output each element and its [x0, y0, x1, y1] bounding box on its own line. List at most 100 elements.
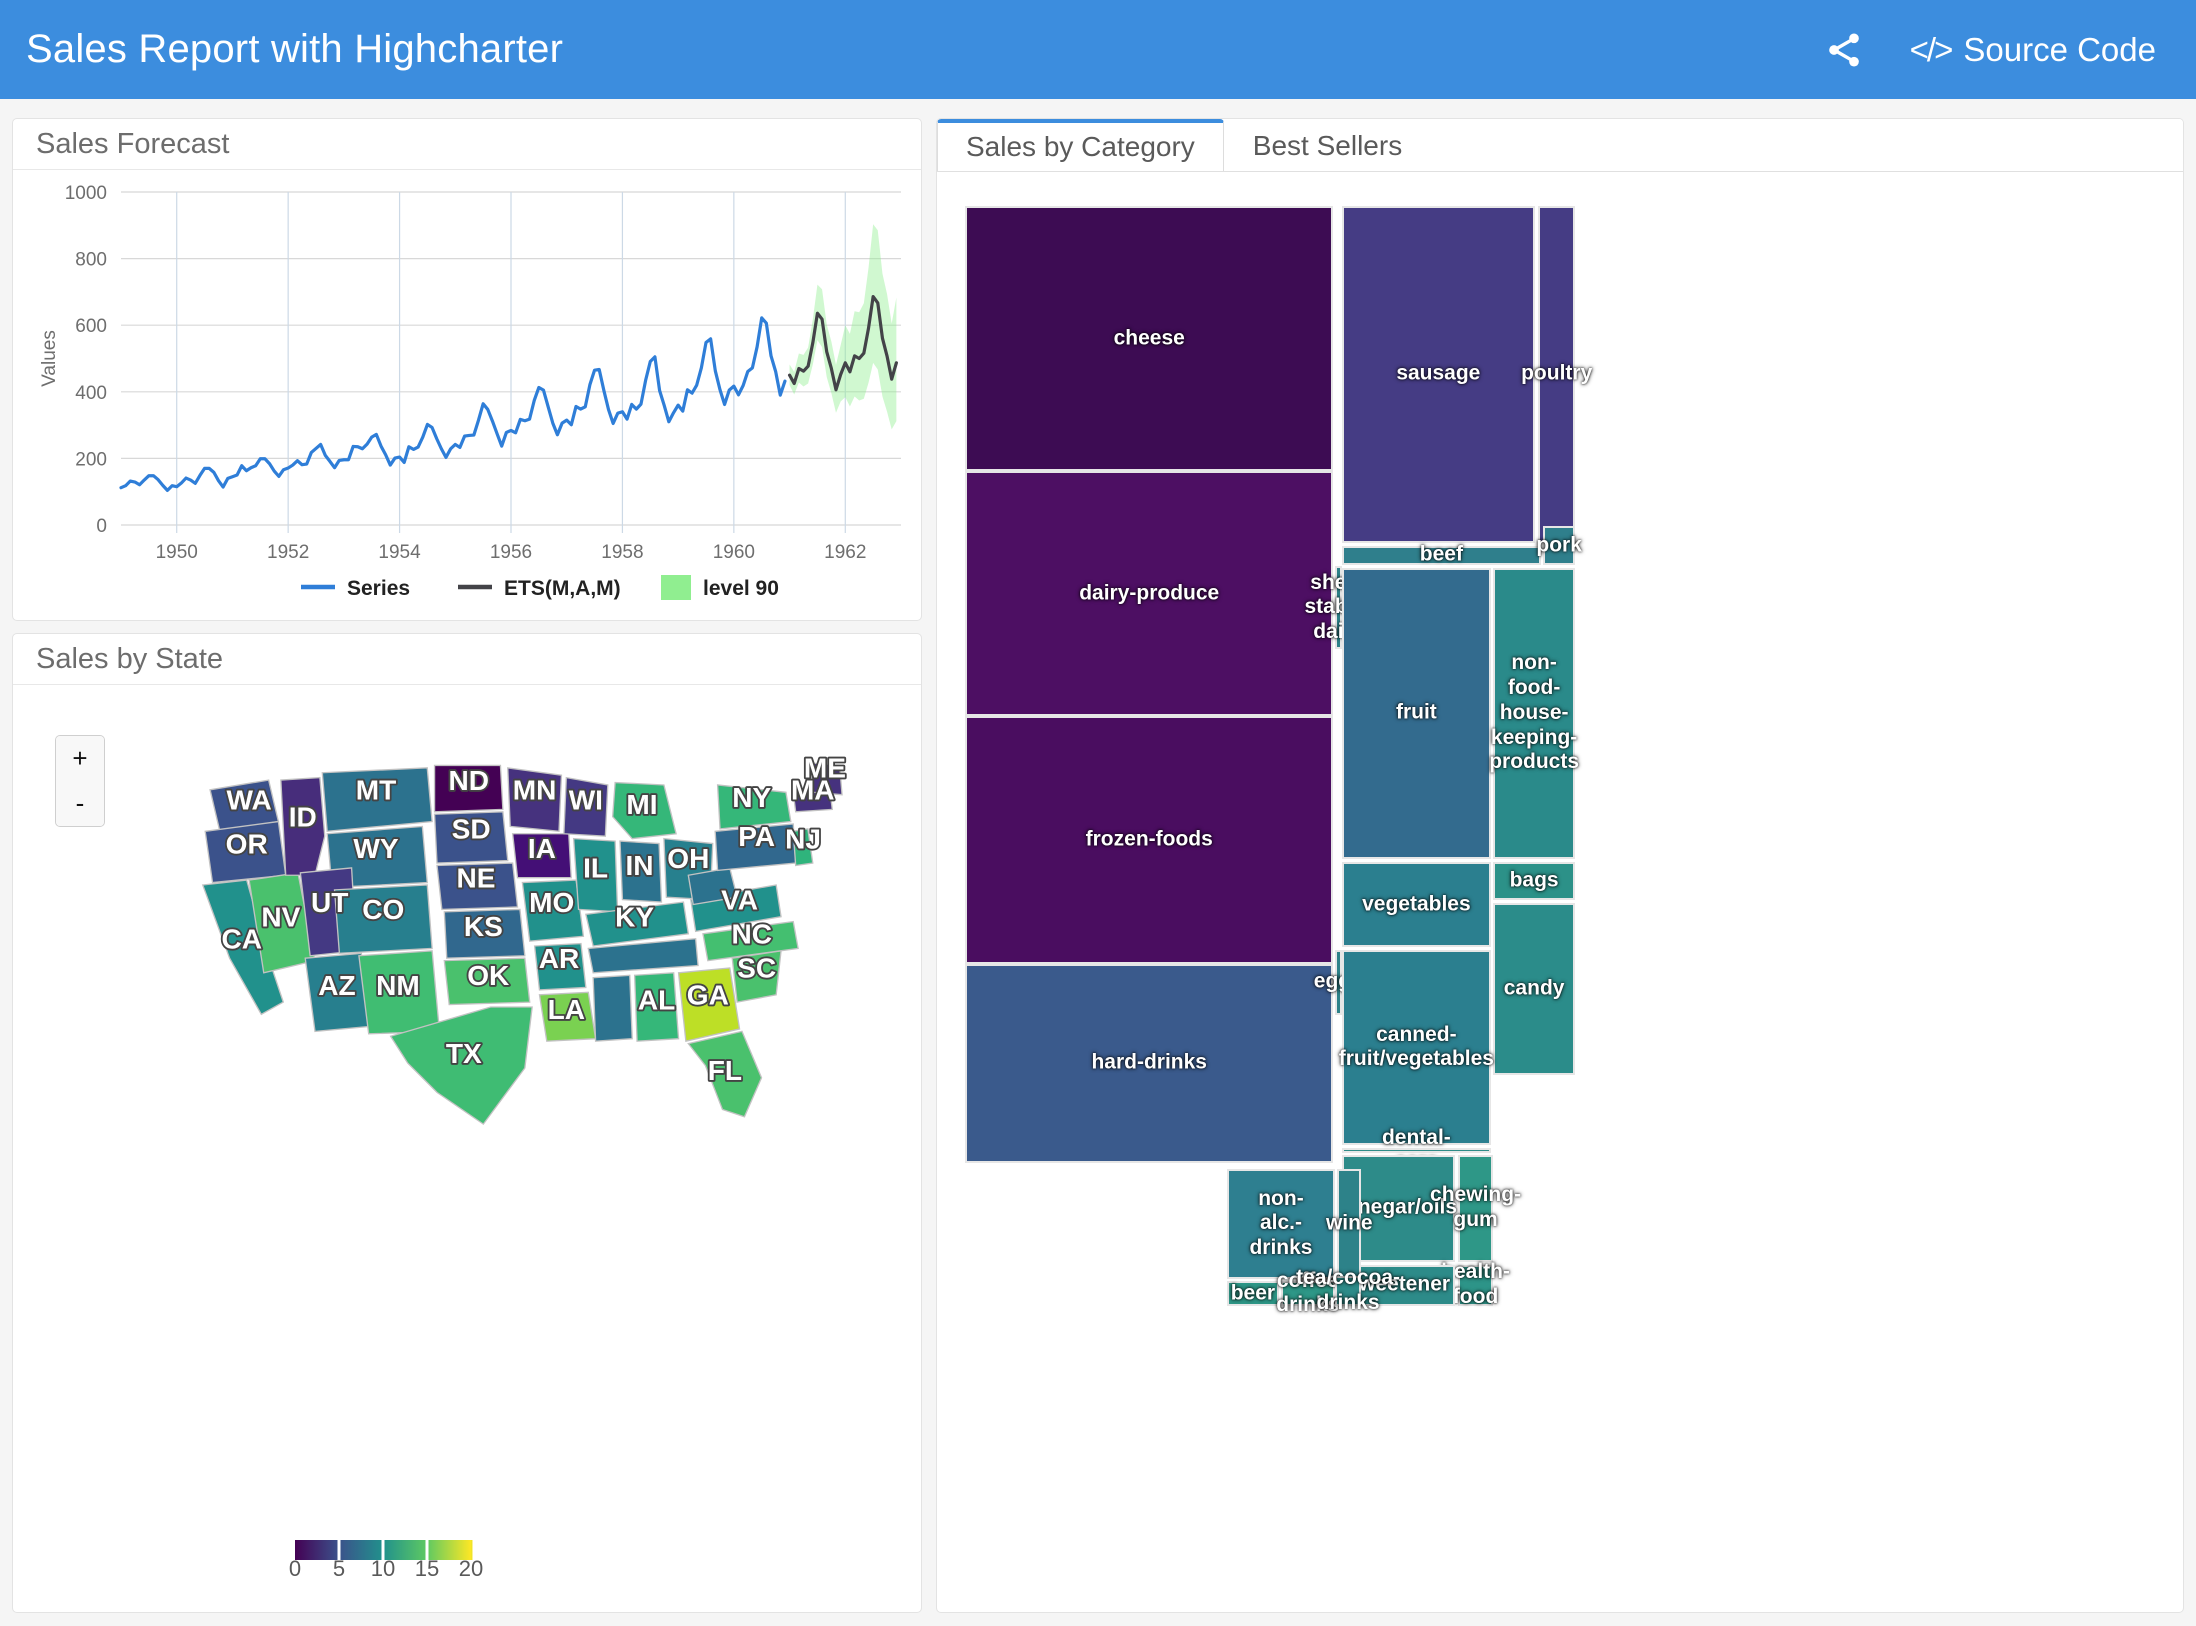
treemap-tile[interactable]: wine [1337, 1169, 1361, 1279]
treemap-tile[interactable]: frozen-foods [965, 716, 1333, 964]
treemap-tile[interactable]: health- food [1458, 1265, 1493, 1306]
map-state-label-WY: WY [353, 833, 398, 864]
tab-best-sellers[interactable]: Best Sellers [1224, 119, 1431, 171]
svg-text:Values: Values [39, 330, 60, 387]
map-state-label-FL: FL [708, 1055, 742, 1086]
svg-text:level 90: level 90 [703, 577, 779, 600]
treemap-tile[interactable]: dental- care [1342, 1148, 1491, 1154]
map-state-label-OR: OR [226, 828, 268, 859]
treemap-tile[interactable]: pork [1543, 526, 1575, 565]
treemap-panel: cheese dairy-produce frozen-foods hard-drin… [937, 172, 2183, 1597]
sales-forecast-chart[interactable]: 0200400600800100019501952195419561958196… [13, 170, 921, 621]
treemap-tile-label: cheese [1114, 326, 1185, 351]
source-code-link[interactable]: </> Source Code [1910, 31, 2156, 69]
page-title: Sales Report with Highcharter [26, 27, 563, 72]
treemap-tile-label: beef [1420, 543, 1463, 568]
map-state-label-MI: MI [626, 789, 657, 820]
sales-by-category-treemap[interactable]: cheese dairy-produce frozen-foods hard-drin… [965, 206, 2184, 1581]
map-state-label-GA: GA [687, 980, 729, 1011]
treemap-tile[interactable]: chewing- gum [1458, 1155, 1493, 1262]
treemap-tile-label: frozen-foods [1086, 827, 1213, 852]
map-state-label-ID: ID [289, 801, 317, 832]
svg-text:1954: 1954 [378, 542, 421, 563]
map-state-label-TX: TX [446, 1038, 482, 1069]
svg-text:600: 600 [75, 316, 107, 337]
map-state-label-MT: MT [356, 775, 397, 806]
map-state-label-NM: NM [376, 970, 420, 1001]
map-zoom-in-button[interactable]: + [56, 736, 104, 781]
map-zoom-out-button[interactable]: - [56, 781, 104, 826]
map-state-label-AZ: AZ [318, 970, 355, 1001]
map-legend-tick: 5 [333, 1556, 345, 1581]
treemap-tile-label: tea/cocoa- drinks [1296, 1266, 1400, 1316]
svg-text:800: 800 [75, 250, 107, 271]
treemap-tile[interactable]: shelf- stable- dairy [1335, 566, 1342, 649]
treemap-tile[interactable]: eggs [1335, 950, 1342, 1015]
map-state-label-OK: OK [467, 960, 509, 991]
treemap-tile-label: fruit [1396, 701, 1437, 726]
treemap-tile-label: non- food- house- keeping- products [1489, 651, 1579, 775]
map-state-label-WI: WI [569, 784, 603, 815]
map-state-label-CO: CO [362, 894, 404, 925]
map-state-label-IA: IA [528, 833, 556, 864]
map-state-label-NC: NC [732, 919, 773, 950]
code-icon: </> [1910, 31, 1952, 69]
sales-by-category-card: Sales by Category Best Sellers cheese dai… [936, 118, 2184, 1613]
header-actions: </> Source Code [1824, 30, 2170, 70]
map-state-label-KY: KY [615, 901, 654, 932]
map-state-label-NY: NY [732, 782, 771, 813]
treemap-tile-label: sausage [1396, 362, 1480, 387]
svg-text:400: 400 [75, 383, 107, 404]
svg-text:1956: 1956 [490, 542, 532, 563]
map-state-label-PA: PA [738, 821, 775, 852]
map-state-label-NE: NE [457, 862, 496, 893]
treemap-tile[interactable]: poultry [1538, 206, 1575, 543]
us-map-svg: WAORCANVIDMTWYUTAZCONMNDSDNEKSOKTXMNIAMO… [13, 685, 921, 1612]
svg-text:1000: 1000 [65, 183, 107, 204]
map-state-label-MN: MN [513, 775, 557, 806]
sales-by-state-card: Sales by State + - WAORCANVIDMTWYUTAZCON… [12, 633, 922, 1613]
treemap-tile[interactable]: non- alc.- drinks [1227, 1169, 1334, 1279]
map-state-label-CA: CA [222, 923, 263, 954]
sales-forecast-card: Sales Forecast 0200400600800100019501952… [12, 118, 922, 621]
map-state-label-LA: LA [548, 994, 585, 1025]
treemap-tile[interactable]: beef [1342, 546, 1541, 565]
map-state-label-AL: AL [638, 984, 675, 1015]
treemap-tile[interactable]: candy [1493, 903, 1575, 1075]
map-state-label-OH: OH [667, 843, 709, 874]
treemap-tile[interactable]: beer [1227, 1281, 1278, 1306]
treemap-tile[interactable]: non- food- house- keeping- products [1493, 568, 1575, 860]
sales-by-state-title: Sales by State [36, 643, 223, 676]
treemap-tile-label: beer [1231, 1281, 1275, 1306]
sales-by-state-header: Sales by State [13, 634, 921, 685]
map-state-label-AR: AR [539, 943, 580, 974]
treemap-tile-label: poultry [1521, 362, 1592, 387]
treemap-tile-label: hard-drinks [1091, 1051, 1207, 1076]
category-tabs: Sales by Category Best Sellers [937, 119, 2183, 172]
map-state-label-KS: KS [464, 911, 503, 942]
svg-text:Series: Series [347, 577, 410, 600]
treemap-tile-label: wine [1326, 1211, 1373, 1236]
svg-text:0: 0 [96, 516, 107, 537]
app-header: Sales Report with Highcharter </> Source… [0, 0, 2196, 99]
treemap-tile[interactable]: sausage [1342, 206, 1535, 543]
map-legend-tick: 20 [459, 1556, 483, 1581]
treemap-tile[interactable]: bags [1493, 862, 1575, 901]
us-map-area[interactable]: + - WAORCANVIDMTWYUTAZCONMNDSDNEKSOKTXMN… [13, 685, 921, 1612]
treemap-tile[interactable]: cheese [965, 206, 1333, 471]
treemap-tile[interactable]: tea/cocoa- drinks [1335, 1276, 1362, 1306]
tab-sales-by-category[interactable]: Sales by Category [937, 119, 1224, 171]
treemap-tile[interactable]: vegetables [1342, 862, 1491, 947]
map-state-label-ND: ND [448, 765, 489, 796]
treemap-tile-label: bags [1510, 869, 1559, 894]
svg-text:1952: 1952 [267, 542, 309, 563]
treemap-tile[interactable]: hard-drinks [965, 964, 1333, 1163]
sales-forecast-title: Sales Forecast [36, 128, 229, 161]
share-icon[interactable] [1824, 30, 1864, 70]
map-zoom-controls: + - [55, 735, 105, 827]
treemap-tile[interactable]: canned- fruit/vegetables [1342, 950, 1491, 1145]
map-state-label-MO: MO [529, 887, 574, 918]
treemap-tile-label: canned- fruit/vegetables [1339, 1023, 1494, 1073]
treemap-tile[interactable]: dairy-produce [965, 471, 1333, 716]
treemap-tile[interactable]: fruit [1342, 568, 1491, 860]
